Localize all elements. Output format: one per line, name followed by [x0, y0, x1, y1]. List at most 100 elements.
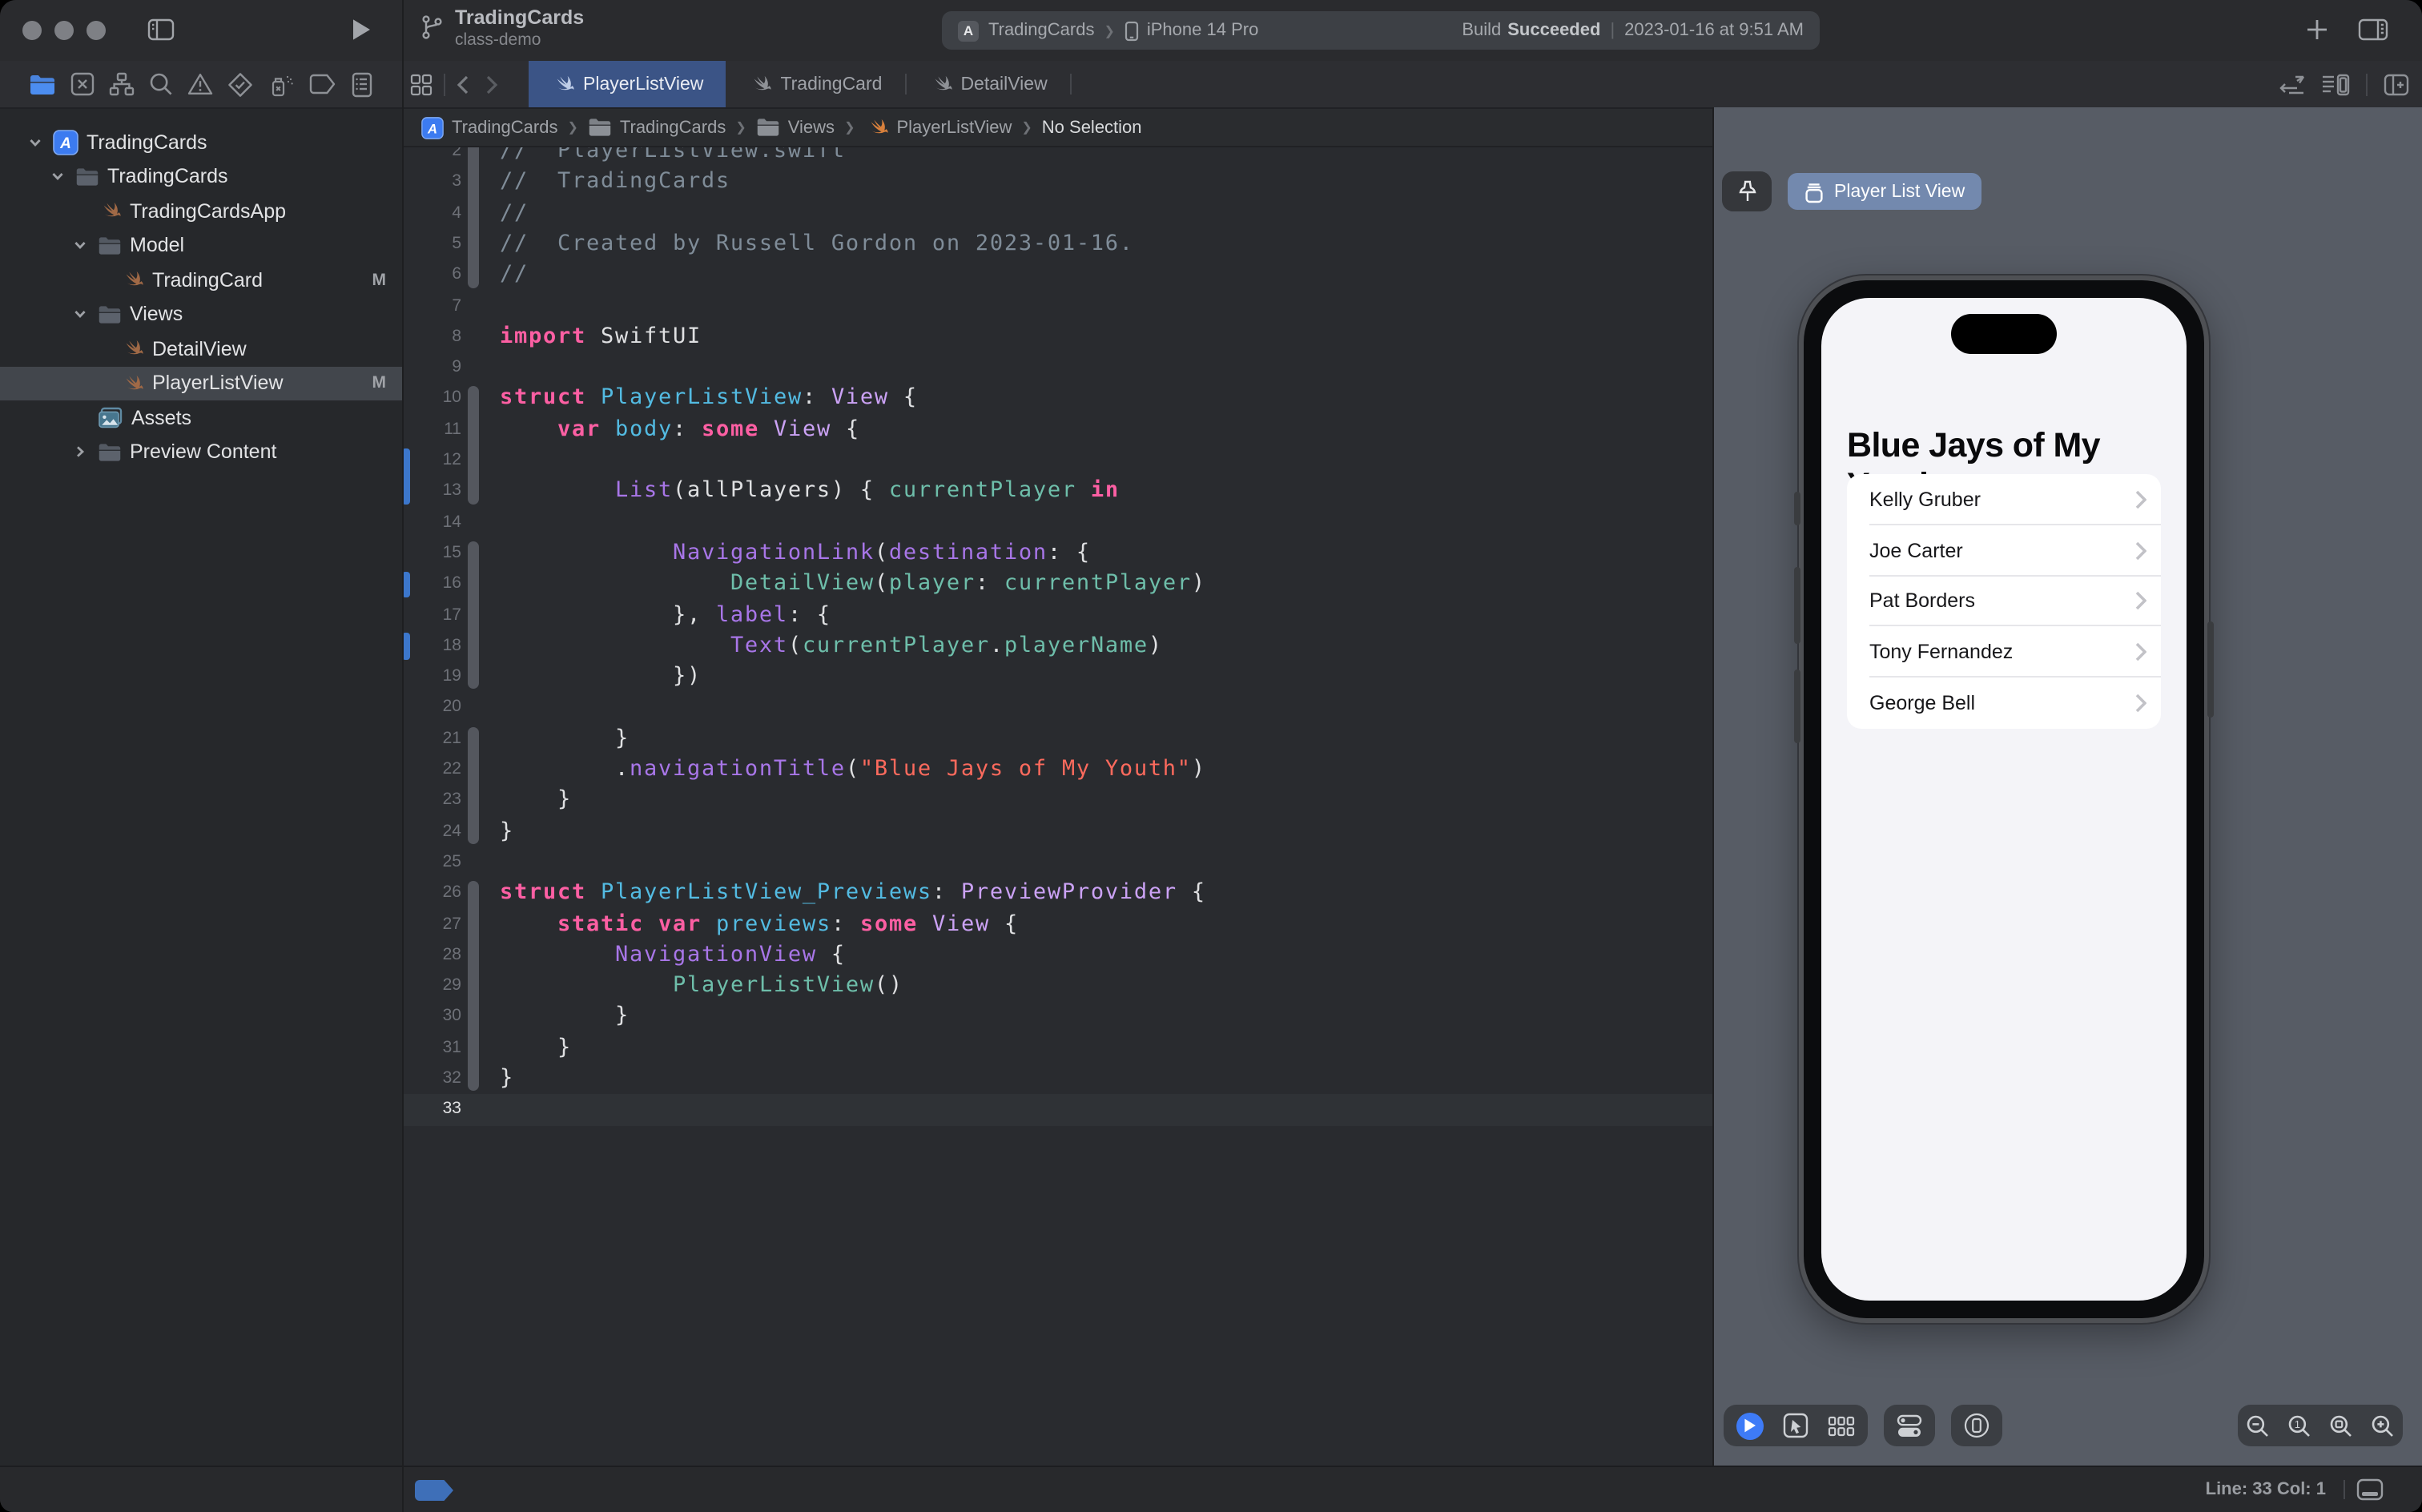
sidebar-item-assets[interactable]: Assets	[0, 400, 402, 435]
toggle-sidebar-icon[interactable]	[147, 18, 175, 42]
code-line-5[interactable]: 5 // Created by Russell Gordon on 2023-01…	[402, 229, 1712, 260]
zoom-window-button[interactable]	[86, 21, 106, 40]
code-line-12[interactable]: 12	[402, 445, 1712, 477]
code-line-31[interactable]: 31 }	[402, 1032, 1712, 1064]
code-line-11[interactable]: 11 var body: some View {	[402, 414, 1712, 445]
cursor-square-icon[interactable]	[1783, 1413, 1808, 1438]
code-review-icon[interactable]	[2279, 74, 2305, 94]
code-line-17[interactable]: 17 }, label: {	[402, 600, 1712, 631]
code-line-28[interactable]: 28 NavigationView {	[402, 940, 1712, 971]
code-line-30[interactable]: 30 }	[402, 1002, 1712, 1033]
code-line-23[interactable]: 23 }	[402, 786, 1712, 817]
add-editor-icon[interactable]	[2384, 73, 2409, 95]
minimize-window-button[interactable]	[54, 21, 74, 40]
code-line-4[interactable]: 4 //	[402, 198, 1712, 229]
code-line-26[interactable]: 26 struct PlayerListView_Previews: Previe…	[402, 878, 1712, 909]
code-line-2[interactable]: 2 // PlayerListView.swift	[402, 147, 1712, 167]
code-line-24[interactable]: 24}	[402, 816, 1712, 847]
sidebar-item-tradingcards[interactable]: TradingCards	[0, 159, 402, 194]
sidebar-item-tradingcardsapp[interactable]: TradingCardsApp	[0, 194, 402, 228]
run-destination[interactable]: iPhone 14 Pro	[1147, 21, 1258, 40]
live-preview-play-button[interactable]	[1736, 1412, 1764, 1439]
player-row-george-bell[interactable]: George Bell	[1847, 678, 2161, 729]
disclosure-closed-icon[interactable]	[69, 446, 90, 459]
player-row-joe-carter[interactable]: Joe Carter	[1847, 525, 2161, 577]
breadcrumb-item-tradingcards[interactable]: TradingCards	[588, 117, 726, 138]
zoom-out-icon[interactable]	[2247, 1413, 2271, 1438]
code-line-15[interactable]: 15 NavigationLink(destination: {	[402, 538, 1712, 569]
go-forward-icon[interactable]	[485, 74, 498, 94]
grid6-icon[interactable]	[1828, 1415, 1855, 1436]
iphone-preview[interactable]: Blue Jays of My Youth Kelly GruberJoe Ca…	[1794, 275, 2214, 1323]
pin-preview-button[interactable]	[1722, 171, 1772, 211]
code-line-16[interactable]: 16 DetailView(player: currentPlayer)	[402, 569, 1712, 600]
disclosure-open-icon[interactable]	[69, 308, 90, 321]
player-row-pat-borders[interactable]: Pat Borders	[1847, 576, 2161, 627]
sidebar-item-model[interactable]: Model	[0, 228, 402, 263]
activity-status-bar[interactable]: A TradingCards ❯ iPhone 14 Pro Build Succ…	[942, 11, 1820, 50]
code-line-22[interactable]: 22 .navigationTitle("Blue Jays of My You…	[402, 754, 1712, 786]
navigator-tab-debug[interactable]	[268, 71, 295, 97]
player-row-tony-fernandez[interactable]: Tony Fernandez	[1847, 627, 2161, 678]
disclosure-open-icon[interactable]	[69, 239, 90, 252]
library-plus-icon[interactable]	[2307, 19, 2327, 40]
breadcrumb-item-tradingcards[interactable]: A TradingCards	[421, 116, 557, 139]
tab-PlayerListView[interactable]: PlayerListView	[529, 61, 726, 107]
navigator-tab-reports[interactable]	[351, 71, 373, 97]
scheme-name[interactable]: TradingCards	[988, 21, 1094, 40]
code-line-32[interactable]: 32}	[402, 1064, 1712, 1095]
editor-options-icon[interactable]	[2321, 73, 2350, 95]
line-col-indicator[interactable]: Line: 33 Col: 1	[2206, 1467, 2326, 1512]
code-line-25[interactable]: 25	[402, 847, 1712, 879]
navigator-tab-bookmarks[interactable]	[70, 72, 95, 96]
sidebar-item-tradingcard[interactable]: TradingCard M	[0, 263, 402, 297]
code-line-14[interactable]: 14	[402, 507, 1712, 538]
sidebar-item-tradingcards[interactable]: A TradingCards	[0, 125, 402, 159]
sidebar-item-views[interactable]: Views	[0, 297, 402, 332]
code-line-29[interactable]: 29 PlayerListView()	[402, 971, 1712, 1002]
go-back-icon[interactable]	[457, 74, 469, 94]
code-line-13[interactable]: 13 List(allPlayers) { currentPlayer in	[402, 477, 1712, 508]
sidebar-item-detailview[interactable]: DetailView	[0, 332, 402, 366]
disclosure-open-icon[interactable]	[46, 171, 67, 183]
navigator-tab-issues[interactable]	[187, 72, 213, 96]
breadcrumb-item-views[interactable]: Views	[756, 117, 835, 138]
code-line-19[interactable]: 19 })	[402, 662, 1712, 693]
navigator-tab-breakpoints[interactable]	[309, 74, 336, 94]
disclosure-open-icon[interactable]	[24, 136, 45, 149]
navigator-tab-find[interactable]	[149, 72, 173, 96]
sidebar-divider[interactable]	[402, 0, 404, 1512]
code-line-9[interactable]: 9	[402, 352, 1712, 384]
toggle-inspector-icon[interactable]	[2358, 18, 2388, 42]
toggle-bottom-bar-icon[interactable]	[2356, 1478, 2384, 1501]
code-line-27[interactable]: 27 static var previews: some View {	[402, 909, 1712, 940]
close-window-button[interactable]	[22, 21, 42, 40]
breakpoint-indicator[interactable]	[415, 1480, 453, 1501]
code-line-10[interactable]: 10 struct PlayerListView: View {	[402, 384, 1712, 415]
toggles-icon[interactable]	[1897, 1413, 1922, 1438]
device-circle-icon[interactable]	[1964, 1413, 1990, 1438]
tab-TradingCard[interactable]: TradingCard	[726, 61, 904, 107]
code-line-20[interactable]: 20	[402, 693, 1712, 724]
zoom-fit-icon[interactable]	[2329, 1413, 2353, 1438]
code-line-33[interactable]: 33	[402, 1095, 1712, 1126]
run-button[interactable]	[351, 18, 372, 42]
related-items-icon[interactable]	[410, 73, 432, 95]
breadcrumb-item-playerlistview[interactable]: PlayerListView	[864, 115, 1012, 139]
code-line-21[interactable]: 21 }	[402, 723, 1712, 754]
navigator-tab-symbols[interactable]	[109, 72, 135, 96]
navigator-tab-tests[interactable]	[227, 71, 253, 97]
sidebar-item-playerlistview[interactable]: PlayerListView M	[0, 366, 402, 400]
player-row-kelly-gruber[interactable]: Kelly Gruber	[1847, 474, 2161, 525]
zoom-one-icon[interactable]: 1	[2287, 1413, 2311, 1438]
code-line-18[interactable]: 18 Text(currentPlayer.playerName)	[402, 631, 1712, 662]
code-line-7[interactable]: 7	[402, 291, 1712, 322]
navigator-tab-project[interactable]	[29, 73, 56, 95]
preview-name-chip[interactable]: Player List View	[1788, 173, 1981, 210]
sidebar-item-preview-content[interactable]: Preview Content	[0, 435, 402, 469]
source-editor[interactable]: 2 // PlayerListView.swift 3 // TradingCards…	[402, 147, 1712, 1467]
tab-DetailView[interactable]: DetailView	[906, 61, 1069, 107]
breadcrumb-item-no-selection[interactable]: No Selection	[1042, 118, 1142, 137]
code-line-6[interactable]: 6 //	[402, 259, 1712, 291]
zoom-in-icon[interactable]	[2370, 1413, 2394, 1438]
